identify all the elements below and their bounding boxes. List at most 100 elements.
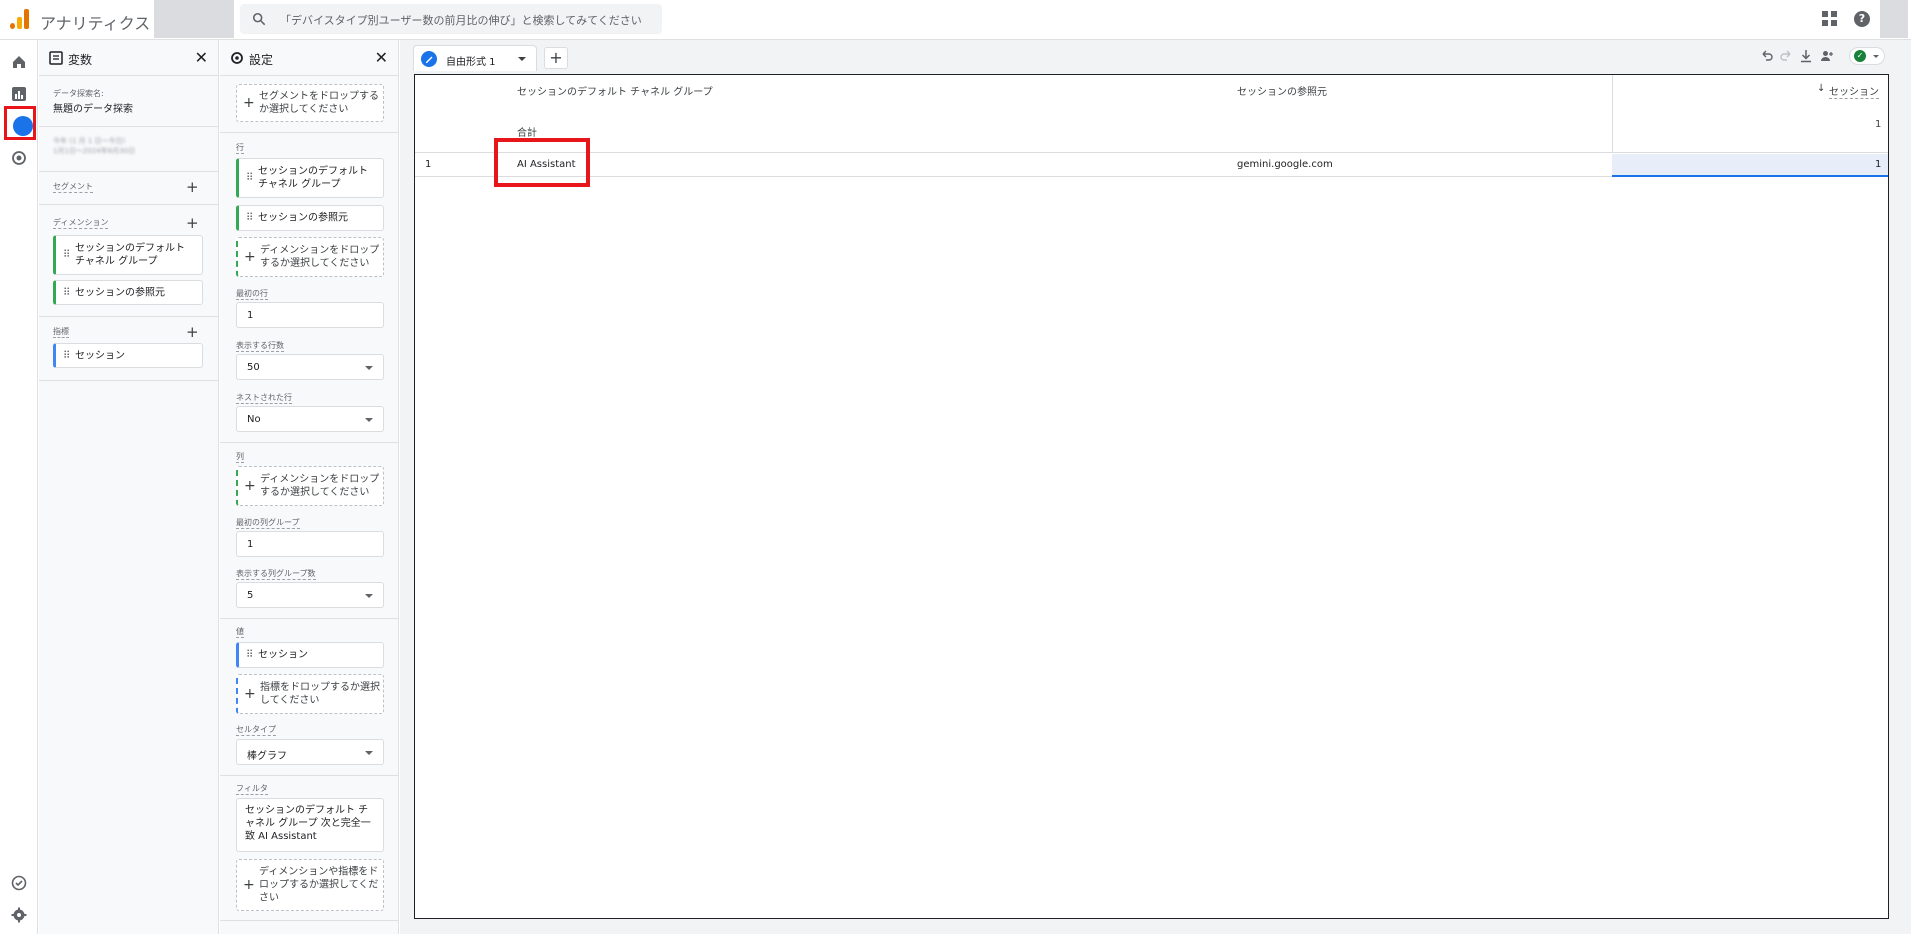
column-header-channel[interactable]: セッションのデフォルト チャネル グループ bbox=[517, 83, 713, 98]
undo-icon[interactable] bbox=[1760, 49, 1774, 63]
drag-handle-icon[interactable]: ⠿ bbox=[63, 287, 70, 298]
column-drop-zone[interactable]: + ディメンションをドロップするか選択してください bbox=[236, 466, 384, 506]
show-col-groups-select[interactable]: 5 bbox=[236, 582, 384, 608]
highlight-box bbox=[494, 138, 590, 187]
dimension-chip[interactable]: ⠿ セッションのデフォルト チャネル グループ bbox=[53, 235, 203, 275]
column-header-source[interactable]: セッションの参照元 bbox=[1237, 83, 1327, 98]
avatar[interactable] bbox=[1880, 0, 1908, 38]
dimension-chip[interactable]: ⠿ セッションの参照元 bbox=[53, 280, 203, 305]
main-canvas-area: 自由形式 1 + ✓ セッションのデフォルト チャネル グループ セッションの参… bbox=[400, 40, 1911, 934]
drag-handle-icon[interactable]: ⠿ bbox=[246, 650, 253, 661]
columns-label: 列 bbox=[236, 452, 244, 463]
nested-rows-select[interactable]: No bbox=[236, 406, 384, 432]
table-row[interactable]: 1 AI Assistant gemini.google.com 1 bbox=[415, 154, 1888, 177]
value-chip[interactable]: ⠿ セッション bbox=[236, 642, 384, 668]
admin-gear-icon[interactable] bbox=[11, 907, 27, 923]
dimension-label: ディメンション bbox=[53, 218, 109, 229]
first-col-group-label: 最初の列グループ bbox=[236, 518, 300, 529]
settings-panel: 設定 ✕ + セグメントをドロップするか選択してください 行 ⠿ セッションのデ… bbox=[220, 40, 399, 934]
metric-label: 指標 bbox=[53, 327, 69, 338]
metric-drop-zone[interactable]: + 指標をドロップするか選択してください bbox=[236, 674, 384, 714]
apps-grid-icon[interactable] bbox=[1822, 11, 1838, 27]
close-variables-button[interactable]: ✕ bbox=[195, 48, 208, 67]
settings-gear-icon bbox=[231, 52, 243, 64]
status-check-dropdown[interactable]: ✓ bbox=[1849, 47, 1885, 65]
table-header-row: セッションのデフォルト チャネル グループ セッションの参照元 ↓ セッション … bbox=[415, 75, 1888, 153]
advertising-icon[interactable] bbox=[11, 150, 27, 166]
metric-bar-cell bbox=[1612, 154, 1888, 177]
sort-arrow-icon[interactable]: ↓ bbox=[1817, 83, 1825, 94]
filter-chip[interactable]: セッションのデフォルト チャネル グループ 次と完全一致 AI Assistan… bbox=[236, 798, 384, 852]
metric-drop-text: 指標をドロップするか選択してください bbox=[260, 682, 380, 706]
filter-drop-zone[interactable]: + ディメンションや指標をドロップするか選択してください bbox=[236, 859, 384, 911]
first-col-group-input[interactable]: 1 bbox=[236, 531, 384, 557]
top-bar: アナリティクス 「デバイスタイプ別ユーザー数の前月比の伸び」と検索してみてくださ… bbox=[0, 0, 1911, 40]
chevron-down-icon[interactable] bbox=[518, 57, 526, 61]
chevron-down-icon bbox=[365, 418, 373, 422]
explore-nav-item[interactable] bbox=[4, 106, 36, 140]
row-chip[interactable]: ⠿ セッションのデフォルト チャネル グループ bbox=[236, 158, 384, 198]
metric-chip-label: セッション bbox=[75, 350, 125, 361]
settings-panel-header: 設定 ✕ bbox=[220, 40, 398, 76]
tab-freeform-1[interactable]: 自由形式 1 bbox=[413, 45, 537, 71]
reports-icon[interactable] bbox=[11, 86, 27, 102]
chevron-down-icon bbox=[365, 366, 373, 370]
column-header-sessions[interactable]: セッション bbox=[1829, 83, 1879, 99]
row-drop-zone[interactable]: + ディメンションをドロップするか選択してください bbox=[236, 237, 384, 277]
values-label: 値 bbox=[236, 627, 244, 638]
metric-chip[interactable]: ⠿ セッション bbox=[53, 343, 203, 368]
show-rows-label: 表示する行数 bbox=[236, 341, 284, 352]
add-tab-button[interactable]: + bbox=[544, 47, 568, 69]
plus-icon: + bbox=[244, 478, 256, 494]
redo-icon[interactable] bbox=[1779, 49, 1793, 63]
exploration-name-input[interactable]: 無題のデータ探索 bbox=[53, 100, 133, 115]
segment-drop-zone[interactable]: + セグメントをドロップするか選択してください bbox=[236, 84, 384, 122]
variables-icon bbox=[49, 51, 63, 65]
cell-type-select[interactable]: 棒グラフ bbox=[236, 739, 384, 765]
filter-drop-text: ディメンションや指標をドロップするか選択してください bbox=[259, 866, 379, 904]
dimension-chip-label: セッションの参照元 bbox=[75, 287, 165, 298]
variables-panel-header: 変数 ✕ bbox=[39, 40, 218, 76]
row-index: 1 bbox=[425, 159, 432, 170]
plus-icon: + bbox=[243, 877, 255, 893]
filter-label: フィルタ bbox=[236, 784, 268, 795]
chevron-down-icon bbox=[365, 751, 373, 755]
plus-icon: + bbox=[244, 686, 256, 702]
add-segment-button[interactable]: + bbox=[186, 180, 199, 195]
chevron-down-icon bbox=[365, 594, 373, 598]
source-cell[interactable]: gemini.google.com bbox=[1237, 159, 1333, 170]
close-settings-button[interactable]: ✕ bbox=[375, 48, 388, 67]
drag-handle-icon[interactable]: ⠿ bbox=[63, 350, 70, 361]
drag-handle-icon[interactable]: ⠿ bbox=[246, 213, 253, 224]
help-icon[interactable]: ? bbox=[1854, 11, 1870, 27]
first-row-input[interactable]: 1 bbox=[236, 302, 384, 328]
left-nav bbox=[0, 40, 38, 934]
show-rows-select[interactable]: 50 bbox=[236, 354, 384, 380]
total-label: 合計 bbox=[517, 128, 537, 139]
row-chip-label: セッションのデフォルト チャネル グループ bbox=[258, 166, 368, 190]
account-selector[interactable] bbox=[154, 0, 234, 38]
exploration-name-label: データ探索名: bbox=[53, 89, 104, 98]
pencil-icon[interactable] bbox=[421, 51, 437, 67]
row-chip[interactable]: ⠿ セッションの参照元 bbox=[236, 205, 384, 231]
add-metric-button[interactable]: + bbox=[186, 325, 199, 340]
plus-icon: + bbox=[244, 249, 256, 265]
search-bar[interactable]: 「デバイスタイプ別ユーザー数の前月比の伸び」と検索してみてください bbox=[240, 4, 662, 34]
variables-title: 変数 bbox=[68, 53, 93, 67]
explore-icon bbox=[13, 116, 33, 136]
total-value: 1 bbox=[1875, 119, 1882, 130]
search-placeholder: 「デバイスタイプ別ユーザー数の前月比の伸び」と検索してみてください bbox=[280, 14, 642, 27]
insights-check-icon[interactable] bbox=[11, 875, 27, 891]
share-user-icon[interactable] bbox=[1820, 49, 1834, 63]
value-chip-label: セッション bbox=[258, 649, 308, 661]
search-icon bbox=[252, 12, 266, 26]
analytics-logo-icon[interactable] bbox=[10, 9, 30, 29]
drag-handle-icon[interactable]: ⠿ bbox=[246, 173, 253, 184]
download-icon[interactable] bbox=[1799, 49, 1813, 63]
date-range-selector[interactable]: 今年 (1 月 1 日～今日) 1月1日～2024年6月30日 bbox=[53, 136, 193, 162]
rows-label: 行 bbox=[236, 143, 244, 154]
drag-handle-icon[interactable]: ⠿ bbox=[63, 250, 70, 261]
nested-rows-label: ネストされた行 bbox=[236, 393, 292, 404]
add-dimension-button[interactable]: + bbox=[186, 216, 199, 231]
home-icon[interactable] bbox=[11, 54, 27, 70]
